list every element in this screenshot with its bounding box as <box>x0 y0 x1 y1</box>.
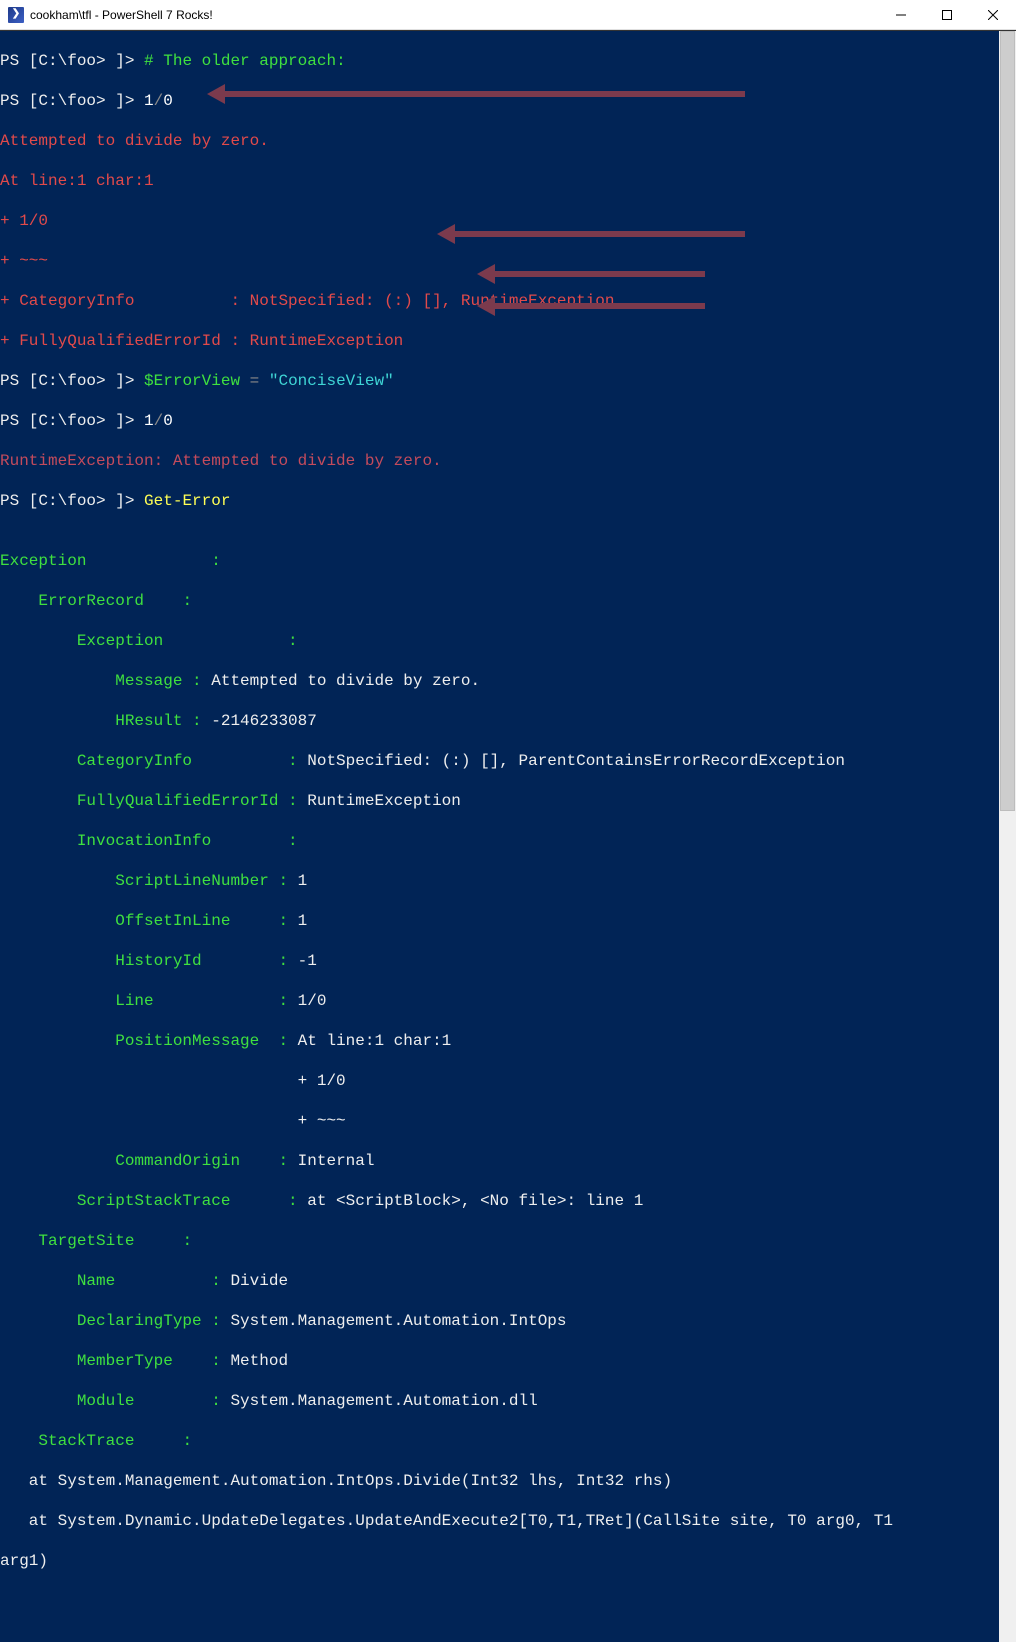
error-text: + 1/0 <box>0 212 48 230</box>
field-value: RuntimeException <box>307 792 461 810</box>
annotation-arrow <box>495 303 705 309</box>
field-label: Exception <box>0 552 211 570</box>
annotation-arrow <box>225 91 745 97</box>
stacktrace-line: at System.Management.Automation.IntOps.D… <box>0 1472 672 1490</box>
field-value: + 1/0 <box>0 1072 346 1090</box>
field-value: System.Management.Automation.dll <box>230 1392 537 1410</box>
comment-text: # The older approach: <box>144 52 346 70</box>
field-label: Module <box>0 1392 211 1410</box>
close-button[interactable] <box>970 0 1016 30</box>
command-text: 1 <box>144 92 154 110</box>
error-text: Attempted to divide by zero. <box>0 132 269 150</box>
field-value: -2146233087 <box>211 712 317 730</box>
field-label: OffsetInLine <box>0 912 278 930</box>
field-label: CategoryInfo <box>0 752 288 770</box>
field-value: Divide <box>230 1272 288 1290</box>
field-value: Method <box>230 1352 288 1370</box>
field-value: System.Management.Automation.IntOps <box>230 1312 566 1330</box>
string-literal: "ConciseView" <box>269 372 394 390</box>
prompt: PS [C:\foo> ]> <box>0 372 144 390</box>
field-label: InvocationInfo <box>0 832 288 850</box>
field-label: MemberType <box>0 1352 211 1370</box>
field-value: Attempted to divide by zero. <box>211 672 480 690</box>
annotation-arrow <box>495 271 705 277</box>
field-label: HistoryId <box>0 952 278 970</box>
maximize-button[interactable] <box>924 0 970 30</box>
field-label: Name <box>0 1272 211 1290</box>
field-value: 1/0 <box>298 992 327 1010</box>
field-label: ScriptStackTrace <box>0 1192 288 1210</box>
cmdlet-name: Get-Error <box>144 492 230 510</box>
field-value: Internal <box>298 1152 375 1170</box>
field-label: ErrorRecord <box>0 592 182 610</box>
scrollbar-thumb[interactable] <box>1000 31 1015 811</box>
field-label: CommandOrigin <box>0 1152 278 1170</box>
error-concise: RuntimeException: Attempted to divide by… <box>0 452 442 470</box>
field-label: PositionMessage <box>0 1032 278 1050</box>
error-text: At line:1 char:1 <box>0 172 154 190</box>
field-label: HResult <box>0 712 192 730</box>
window-titlebar: cookham\tfl - PowerShell 7 Rocks! <box>0 0 1016 30</box>
prompt: PS [C:\foo> ]> <box>0 92 144 110</box>
field-label: Line <box>0 992 278 1010</box>
field-value: At line:1 char:1 <box>298 1032 452 1050</box>
terminal-output[interactable]: PS [C:\foo> ]> # The older approach: PS … <box>0 31 999 1642</box>
minimize-button[interactable] <box>878 0 924 30</box>
prompt: PS [C:\foo> ]> <box>0 492 144 510</box>
prompt: PS [C:\foo> ]> <box>0 52 144 70</box>
field-value: NotSpecified: (:) [], ParentContainsErro… <box>307 752 845 770</box>
variable: $ErrorView <box>144 372 240 390</box>
field-label: Exception <box>0 632 288 650</box>
error-text: + FullyQualifiedErrorId : RuntimeExcepti… <box>0 332 403 350</box>
field-label: Message <box>0 672 192 690</box>
vertical-scrollbar[interactable] <box>999 31 1016 1642</box>
powershell-icon <box>8 7 24 23</box>
field-value: 1 <box>298 872 308 890</box>
window-title: cookham\tfl - PowerShell 7 Rocks! <box>30 8 213 22</box>
field-value: + ~~~ <box>0 1112 346 1130</box>
field-value: -1 <box>298 952 317 970</box>
field-value: 1 <box>298 912 308 930</box>
annotation-arrow <box>455 231 745 237</box>
prompt: PS [C:\foo> ]> <box>0 412 144 430</box>
stacktrace-line: arg1) <box>0 1552 48 1570</box>
error-text: + ~~~ <box>0 252 48 270</box>
field-label: ScriptLineNumber <box>0 872 278 890</box>
field-label: FullyQualifiedErrorId <box>0 792 288 810</box>
field-label: TargetSite <box>0 1232 182 1250</box>
field-value: at <ScriptBlock>, <No file>: line 1 <box>307 1192 643 1210</box>
field-label: StackTrace <box>0 1432 182 1450</box>
stacktrace-line: at System.Dynamic.UpdateDelegates.Update… <box>0 1512 903 1530</box>
field-label: DeclaringType <box>0 1312 211 1330</box>
